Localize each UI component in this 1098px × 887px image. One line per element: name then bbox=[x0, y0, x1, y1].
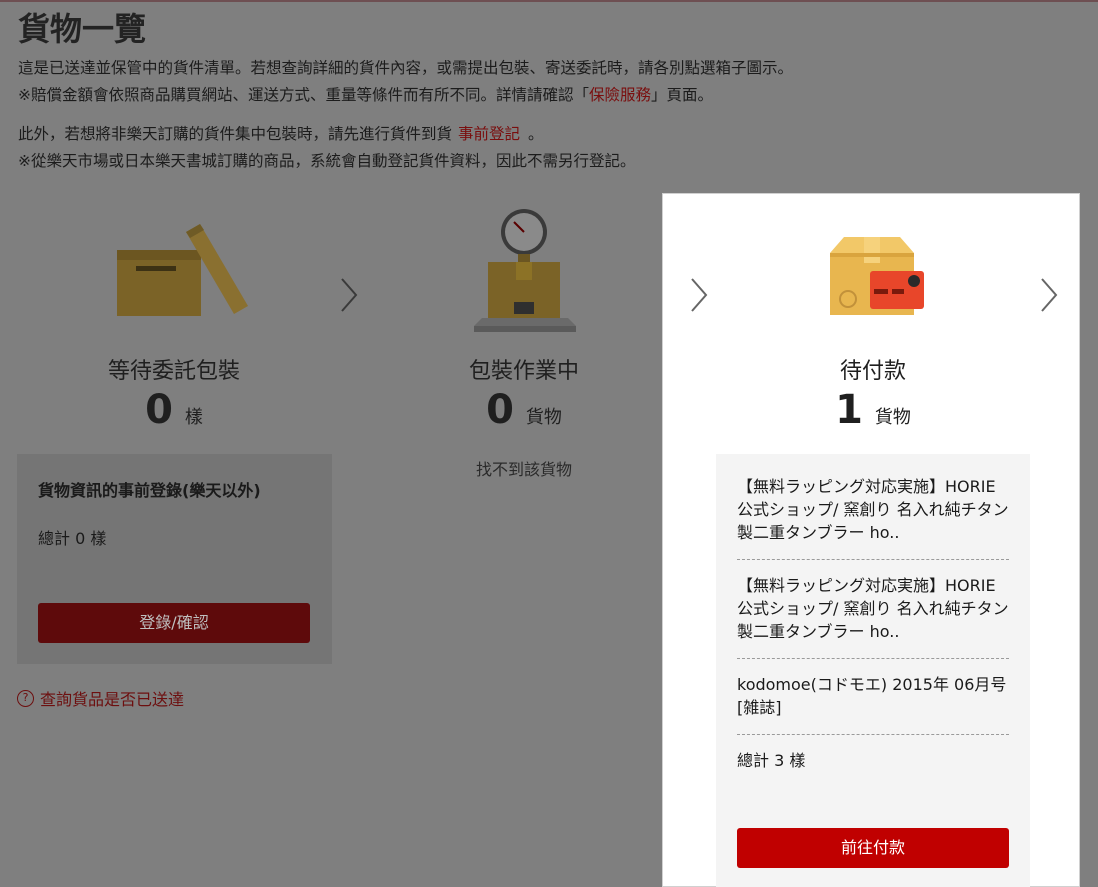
pre-registration-link[interactable]: 事前登記 bbox=[458, 125, 520, 143]
intro-text-3: 此外，若想將非樂天訂購的貨件集中包裝時，請先進行貨件到貨 事前登記。 bbox=[18, 122, 1078, 144]
item-divider bbox=[737, 734, 1009, 735]
check-delivery-link[interactable]: ? 查詢貨品是否已送達 bbox=[17, 686, 184, 710]
intro-text-4: ※從樂天市場或日本樂天書城訂購的商品，系統會自動登記貨件資料，因此不需另行登記。 bbox=[18, 152, 636, 170]
intro-text-3-pre: 此外，若想將非樂天訂購的貨件集中包裝時，請先進行貨件到貨 bbox=[18, 125, 453, 143]
page-title: 貨物一覽 bbox=[18, 10, 147, 48]
payment-total: 總計 3 樣 bbox=[737, 751, 806, 770]
step-title: 包裝作業中 bbox=[468, 359, 579, 384]
step-packing: 包裝作業中 0 貨物 bbox=[414, 353, 634, 433]
intro-text-2-post: 」頁面。 bbox=[651, 86, 714, 104]
step-unit: 樣 bbox=[184, 407, 203, 428]
step-unit: 貨物 bbox=[525, 407, 562, 428]
item-divider bbox=[737, 559, 1009, 560]
intro-text-2: ※賠償金額會依照商品購買網站、運送方式、重量等條件而有所不同。詳情請確認「保險服… bbox=[18, 83, 1078, 105]
step-count: 0 bbox=[145, 387, 173, 433]
list-item[interactable]: 【無料ラッピング対応実施】HORIE 公式ショップ/ 窯創り 名入れ純チタン製二… bbox=[737, 574, 1009, 643]
scale-box-icon[interactable] bbox=[470, 206, 580, 336]
question-circle-icon: ? bbox=[17, 689, 34, 707]
step-awaiting-packing: 等待委託包裝 0 樣 bbox=[64, 353, 284, 433]
open-box-icon[interactable] bbox=[112, 222, 252, 322]
pre-registration-heading: 貨物資訊的事前登錄(樂天以外) bbox=[38, 481, 261, 500]
step-unit: 貨物 bbox=[874, 407, 911, 428]
insurance-service-link[interactable]: 保險服務 bbox=[589, 86, 651, 104]
go-to-payment-button[interactable]: 前往付款 bbox=[737, 828, 1009, 868]
item-divider bbox=[737, 658, 1009, 659]
step-count: 0 bbox=[486, 387, 514, 433]
intro-text-1: 這是已送達並保管中的貨件清單。若想查詢詳細的貨件內容，或需提出包裝、寄送委託時，… bbox=[18, 59, 794, 77]
intro-text-2-pre: ※賠償金額會依照商品購買網站、運送方式、重量等條件而有所不同。詳情請確認「 bbox=[18, 86, 589, 104]
step-title: 等待委託包裝 bbox=[107, 359, 240, 384]
list-item[interactable]: 【無料ラッピング対応実施】HORIE 公式ショップ/ 窯創り 名入れ純チタン製二… bbox=[737, 475, 1009, 544]
check-delivery-label: 查詢貨品是否已送達 bbox=[40, 690, 185, 709]
intro-text-3-post: 。 bbox=[528, 125, 544, 143]
box-credit-card-icon[interactable] bbox=[826, 233, 926, 319]
register-confirm-button[interactable]: 登錄/確認 bbox=[38, 603, 310, 643]
chevron-right-icon bbox=[338, 275, 360, 315]
top-border bbox=[0, 0, 1098, 2]
step-awaiting-payment: 待付款 1 貨物 bbox=[763, 353, 983, 433]
list-item[interactable]: kodomoe(コドモエ) 2015年 06月号 [雑誌] bbox=[737, 673, 1009, 719]
step-count: 1 bbox=[835, 387, 863, 433]
chevron-right-icon bbox=[688, 275, 710, 315]
packing-empty-message: 找不到該貨物 bbox=[475, 460, 572, 479]
pre-registration-total: 總計 0 樣 bbox=[38, 529, 107, 548]
step-title: 待付款 bbox=[839, 359, 906, 384]
chevron-right-icon bbox=[1038, 275, 1060, 315]
pre-registration-box: 貨物資訊的事前登錄(樂天以外) 總計 0 樣 登錄/確認 bbox=[17, 454, 332, 664]
